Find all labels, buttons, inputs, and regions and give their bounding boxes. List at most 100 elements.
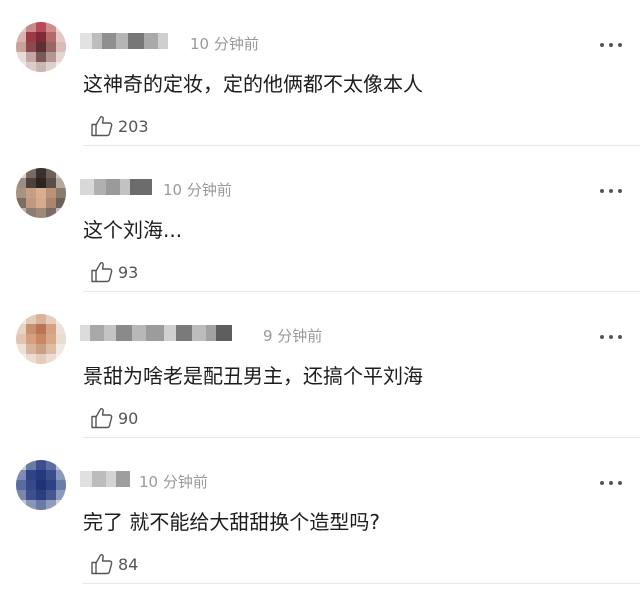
divider <box>83 583 640 584</box>
avatar[interactable] <box>16 314 66 364</box>
avatar-pixel <box>46 52 56 62</box>
name-blur-block <box>92 471 106 487</box>
more-options-icon[interactable] <box>600 42 622 48</box>
avatar-pixel <box>56 32 66 42</box>
avatar-pixel <box>56 324 66 334</box>
avatar-pixel <box>36 208 46 218</box>
avatar-pixel <box>56 490 66 500</box>
avatar-pixel <box>36 490 46 500</box>
avatar-pixel <box>16 208 26 218</box>
avatar-pixel <box>36 314 46 324</box>
avatar-pixel <box>56 42 66 52</box>
avatar-pixel <box>26 168 36 178</box>
avatar-pixel <box>26 324 36 334</box>
like-count: 203 <box>118 116 149 136</box>
username-blurred[interactable] <box>80 322 232 344</box>
name-blur-block <box>146 325 164 341</box>
avatar-pixel <box>46 500 56 510</box>
avatar-pixel <box>26 42 36 52</box>
comment-item: 9 分钟前 景甜为啥老是配丑男主，还搞个平刘海 90 <box>0 292 640 438</box>
like-button[interactable]: 90 <box>90 406 138 430</box>
avatar-pixel <box>46 460 56 470</box>
avatar-pixel <box>36 500 46 510</box>
comment-time: 10 分钟前 <box>139 473 208 491</box>
avatar-pixel <box>56 22 66 32</box>
avatar-pixel <box>36 334 46 344</box>
like-button[interactable]: 84 <box>90 552 138 576</box>
avatar-pixel <box>36 188 46 198</box>
comment-time: 9 分钟前 <box>263 327 323 345</box>
like-count: 93 <box>118 262 139 282</box>
more-options-icon[interactable] <box>600 480 622 486</box>
name-blur-block <box>90 325 104 341</box>
comment-item: 10 分钟前 这神奇的定妆，定的他俩都不太像本人 203 <box>0 0 640 146</box>
avatar-pixel <box>26 460 36 470</box>
avatar[interactable] <box>16 22 66 72</box>
avatar-pixel <box>36 354 46 364</box>
comment-time: 10 分钟前 <box>190 35 259 53</box>
avatar-pixel <box>36 52 46 62</box>
avatar-pixel <box>46 354 56 364</box>
avatar-pixel <box>36 42 46 52</box>
more-options-icon[interactable] <box>600 334 622 340</box>
avatar-pixel <box>26 22 36 32</box>
avatar-pixel <box>26 354 36 364</box>
like-button[interactable]: 203 <box>90 114 149 138</box>
avatar-pixel <box>16 354 26 364</box>
username-blurred[interactable] <box>80 176 152 198</box>
name-blur-block <box>130 179 152 195</box>
name-blur-block <box>80 33 92 49</box>
avatar-pixel <box>46 324 56 334</box>
avatar-pixel <box>26 480 36 490</box>
name-blur-block <box>158 33 168 49</box>
name-blur-block <box>144 33 158 49</box>
avatar[interactable] <box>16 460 66 510</box>
comment-item: 10 分钟前 完了 就不能给大甜甜换个造型吗? 84 <box>0 438 640 584</box>
avatar-pixel <box>46 32 56 42</box>
name-blur-block <box>128 33 144 49</box>
avatar-pixel <box>26 470 36 480</box>
name-blur-block <box>80 325 90 341</box>
avatar-pixel <box>26 314 36 324</box>
like-count: 84 <box>118 554 139 574</box>
avatar[interactable] <box>16 168 66 218</box>
avatar-pixel <box>16 314 26 324</box>
avatar-pixel <box>16 460 26 470</box>
thumbs-up-icon <box>91 116 113 137</box>
thumbs-up-icon <box>91 408 113 429</box>
avatar-pixel <box>26 344 36 354</box>
avatar-pixel <box>56 354 66 364</box>
avatar-pixel <box>26 32 36 42</box>
avatar-pixel <box>36 168 46 178</box>
name-blur-block <box>80 471 92 487</box>
name-blur-block <box>176 325 192 341</box>
comment-item: 10 分钟前 这个刘海... 93 <box>0 146 640 292</box>
name-blur-block <box>192 325 206 341</box>
avatar-pixel <box>36 32 46 42</box>
avatar-pixel <box>26 490 36 500</box>
avatar-pixel <box>46 178 56 188</box>
avatar-pixel <box>36 480 46 490</box>
avatar-pixel <box>26 500 36 510</box>
avatar-pixel <box>56 198 66 208</box>
name-blur-block <box>120 179 130 195</box>
name-blur-block <box>104 325 116 341</box>
avatar-pixel <box>46 22 56 32</box>
avatar-pixel <box>26 198 36 208</box>
avatar-pixel <box>46 490 56 500</box>
name-blur-block <box>216 325 232 341</box>
username-blurred[interactable] <box>80 468 130 490</box>
name-blur-block <box>132 325 146 341</box>
name-blur-block <box>106 179 120 195</box>
avatar-pixel <box>26 52 36 62</box>
avatar-pixel <box>46 344 56 354</box>
avatar-pixel <box>16 188 26 198</box>
more-options-icon[interactable] <box>600 188 622 194</box>
avatar-pixel <box>26 188 36 198</box>
username-blurred[interactable] <box>80 30 168 52</box>
name-blur-block <box>116 325 132 341</box>
like-button[interactable]: 93 <box>90 260 138 284</box>
avatar-pixel <box>56 62 66 72</box>
avatar-pixel <box>56 314 66 324</box>
avatar-pixel <box>16 178 26 188</box>
